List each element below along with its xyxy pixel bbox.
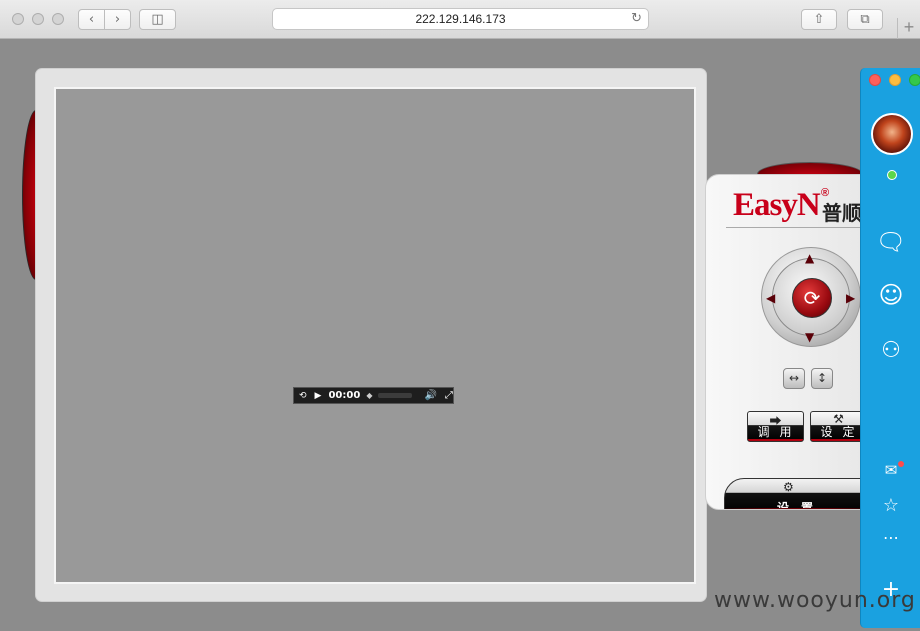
online-status-dot (887, 170, 897, 180)
divider (726, 227, 864, 228)
scrubber-knob[interactable]: ◆ (366, 391, 372, 400)
set-preset-button[interactable]: ⚒ 设定 (810, 411, 865, 442)
minimize-window-button[interactable] (32, 13, 44, 25)
new-tab-button[interactable]: + (897, 18, 920, 39)
mail-icon[interactable]: ✉ (861, 461, 920, 479)
zoom-window-button[interactable] (52, 13, 64, 25)
plus-icon: + (903, 17, 915, 37)
watermark: www.wooyun.org (714, 588, 916, 613)
sidebar-icon: ◫ (151, 12, 164, 27)
ptz-direction-dial: ⟳ ▲ ▼ ◀ ▶ (761, 247, 861, 347)
fullscreen-icon[interactable]: ⤢ (445, 390, 453, 401)
video-frame (35, 68, 707, 602)
browser-toolbar: ‹ › ◫ 222.129.146.173 ↻ ⇧ ⧉ + (0, 0, 920, 39)
vertical-flip-button[interactable]: ↕ (811, 368, 833, 389)
button-accent (811, 439, 864, 441)
brand-chinese: 普顺 (822, 201, 862, 225)
sidebar-toggle-button[interactable]: ◫ (139, 9, 176, 30)
message-icon[interactable]: 🗨 (861, 228, 920, 256)
contact-icon[interactable]: ☺ (861, 281, 920, 309)
pan-up-button[interactable]: ▲ (805, 251, 814, 265)
horizontal-flip-icon: ↔ (788, 371, 800, 385)
avatar[interactable] (871, 113, 913, 155)
reload-icon[interactable]: ↻ (631, 11, 642, 26)
horizontal-flip-button[interactable]: ↔ (783, 368, 805, 389)
chat-zoom-button[interactable] (909, 74, 920, 86)
dial-ring: ⟳ (772, 258, 850, 336)
recall-button[interactable]: ⮕ 调用 (747, 411, 804, 442)
chat-minimize-button[interactable] (889, 74, 901, 86)
volume-icon[interactable]: 🔊 (424, 390, 436, 401)
settings-glow (725, 508, 864, 509)
share-button[interactable]: ⇧ (801, 9, 837, 30)
more-icon[interactable]: ⋯ (861, 528, 920, 547)
media-player-controls: ⟲ ▶ 00:00 ◆ 🔊 ⤢ (293, 387, 454, 404)
progress-bar[interactable] (378, 393, 413, 398)
current-time: 00:00 (328, 390, 361, 401)
notification-badge (898, 461, 904, 467)
pan-left-button[interactable]: ◀ (766, 291, 775, 305)
share-icon: ⇧ (813, 12, 825, 27)
set-label: 设定 (820, 425, 865, 439)
settings-button[interactable]: ⚙ 设置 (724, 478, 864, 509)
show-tabs-button[interactable]: ⧉ (847, 9, 883, 30)
chevron-left-icon: ‹ (88, 12, 95, 27)
chevron-right-icon: › (114, 12, 121, 27)
forward-button[interactable]: › (104, 9, 131, 30)
chat-app-sidebar: 🗨 ☺ ⚇ ✉ ☆ ⋯ + (860, 68, 920, 628)
close-window-button[interactable] (12, 13, 24, 25)
replay-30-icon[interactable]: ⟲ (299, 391, 307, 401)
pan-down-button[interactable]: ▼ (805, 330, 814, 344)
vertical-flip-icon: ↕ (816, 371, 828, 385)
pan-right-button[interactable]: ▶ (846, 291, 855, 305)
play-icon[interactable]: ▶ (315, 391, 322, 401)
ptz-control-panel: EasyN ® 普顺 ⟳ ▲ ▼ ◀ ▶ ↔ ↕ ⮕ 调用 ⚒ 设定 ⚙ 设置 (705, 174, 865, 510)
back-button[interactable]: ‹ (78, 9, 105, 30)
rotate-icon[interactable]: ⟳ (792, 278, 832, 318)
recall-label: 调用 (757, 425, 802, 439)
video-area (54, 87, 696, 584)
tabs-icon: ⧉ (860, 12, 870, 27)
address-bar[interactable]: 222.129.146.173 ↻ (272, 8, 649, 30)
brand-logo: EasyN (733, 187, 821, 223)
button-accent (748, 439, 803, 441)
chat-close-button[interactable] (869, 74, 881, 86)
group-icon[interactable]: ⚇ (861, 338, 920, 363)
star-icon[interactable]: ☆ (861, 495, 920, 516)
gear-icon: ⚙ (783, 480, 794, 494)
address-text: 222.129.146.173 (415, 12, 506, 26)
